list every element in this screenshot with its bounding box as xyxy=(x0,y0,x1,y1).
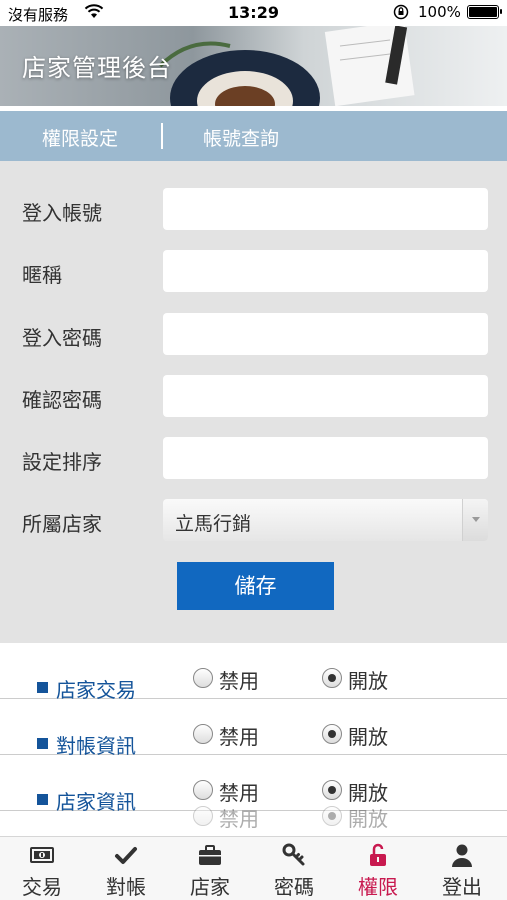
radio-disable-label: 禁用 xyxy=(219,725,259,749)
money-icon xyxy=(30,847,54,863)
tabbar-label: 店家 xyxy=(190,875,230,899)
form-row-login-account: 登入帳號 xyxy=(0,188,507,230)
tab-bar-top: 權限設定 帳號查詢 xyxy=(0,111,507,161)
login-password-input[interactable] xyxy=(163,313,488,355)
radio-open-label: 開放 xyxy=(348,807,388,831)
tabbar-label: 權限 xyxy=(358,875,398,899)
tabbar-item-store[interactable]: 店家 xyxy=(168,837,252,900)
tabbar-label: 交易 xyxy=(22,875,62,899)
radio-unchecked-icon xyxy=(193,780,213,800)
radio-open-label: 開放 xyxy=(348,725,388,749)
tabbar-label: 登出 xyxy=(442,875,482,899)
login-password-label: 登入密碼 xyxy=(22,326,102,350)
rotation-lock-icon xyxy=(393,4,409,20)
login-account-label: 登入帳號 xyxy=(22,201,102,225)
tabbar-item-transactions[interactable]: 交易 xyxy=(0,837,84,900)
form-row-sort-order: 設定排序 xyxy=(0,437,507,479)
account-form: 登入帳號 暱稱 登入密碼 確認密碼 設定排序 所屬店家 立馬行銷 儲存 xyxy=(0,161,507,643)
radio-checked-icon xyxy=(322,724,342,744)
radio-unchecked-icon xyxy=(193,724,213,744)
radio-checked-icon xyxy=(322,668,342,688)
radio-checked-icon xyxy=(322,806,342,826)
radio-disable-label: 禁用 xyxy=(219,669,259,693)
sort-order-input[interactable] xyxy=(163,437,488,479)
bullet-square-icon xyxy=(37,794,48,805)
permission-row: 店家交易 禁用 開放 xyxy=(0,643,507,702)
radio-open-label: 開放 xyxy=(348,669,388,693)
radio-open-label: 開放 xyxy=(348,781,388,805)
sort-order-label: 設定排序 xyxy=(22,450,102,474)
save-button[interactable]: 儲存 xyxy=(177,562,334,610)
radio-unchecked-icon xyxy=(193,806,213,826)
bullet-square-icon xyxy=(37,738,48,749)
confirm-password-label: 確認密碼 xyxy=(22,388,102,412)
permission-row: 對帳資訊 禁用 開放 xyxy=(0,699,507,758)
form-row-confirm-password: 確認密碼 xyxy=(0,375,507,417)
permission-list: 店家交易 禁用 開放 對帳資訊 禁用 開放 店家資訊 禁用 開放 禁用 開放 xyxy=(0,643,507,836)
bottom-tab-bar: 交易 對帳 店家 密碼 權限 登出 xyxy=(0,836,507,900)
tab-permission-settings[interactable]: 權限設定 xyxy=(42,124,118,151)
radio-checked-icon xyxy=(322,780,342,800)
tabbar-item-permissions[interactable]: 權限 xyxy=(336,837,420,900)
chevron-down-icon xyxy=(462,499,488,541)
tabbar-label: 密碼 xyxy=(274,875,314,899)
confirm-password-input[interactable] xyxy=(163,375,488,417)
unlock-icon xyxy=(370,843,386,866)
form-row-nickname: 暱稱 xyxy=(0,250,507,292)
briefcase-icon xyxy=(199,845,221,865)
permission-row-partial: 禁用 開放 xyxy=(0,806,507,836)
bullet-square-icon xyxy=(37,682,48,693)
battery-icon xyxy=(467,5,502,19)
status-bar: 沒有服務 13:29 100% xyxy=(0,0,507,26)
store-label: 所屬店家 xyxy=(22,512,102,536)
store-select-value: 立馬行銷 xyxy=(175,513,252,535)
form-row-store: 所屬店家 立馬行銷 xyxy=(0,499,507,541)
header-banner: 店家管理後台 xyxy=(0,26,507,106)
radio-unchecked-icon xyxy=(193,668,213,688)
tabbar-item-password[interactable]: 密碼 xyxy=(252,837,336,900)
page-title: 店家管理後台 xyxy=(22,54,172,82)
nickname-label: 暱稱 xyxy=(22,263,62,287)
tab-account-query[interactable]: 帳號查詢 xyxy=(203,124,279,151)
store-select[interactable]: 立馬行銷 xyxy=(163,499,488,541)
form-row-login-password: 登入密碼 xyxy=(0,313,507,355)
tabbar-item-reconciliation[interactable]: 對帳 xyxy=(84,837,168,900)
radio-disable-label: 禁用 xyxy=(219,807,259,831)
tab-divider xyxy=(161,123,163,149)
tabbar-item-logout[interactable]: 登出 xyxy=(420,837,504,900)
radio-disable-label: 禁用 xyxy=(219,781,259,805)
key-icon xyxy=(282,843,305,866)
checkmark-icon xyxy=(115,847,137,864)
login-account-input[interactable] xyxy=(163,188,488,230)
tabbar-label: 對帳 xyxy=(106,875,146,899)
battery-percent: 100% xyxy=(418,3,461,21)
user-icon xyxy=(452,844,472,867)
nickname-input[interactable] xyxy=(163,250,488,292)
